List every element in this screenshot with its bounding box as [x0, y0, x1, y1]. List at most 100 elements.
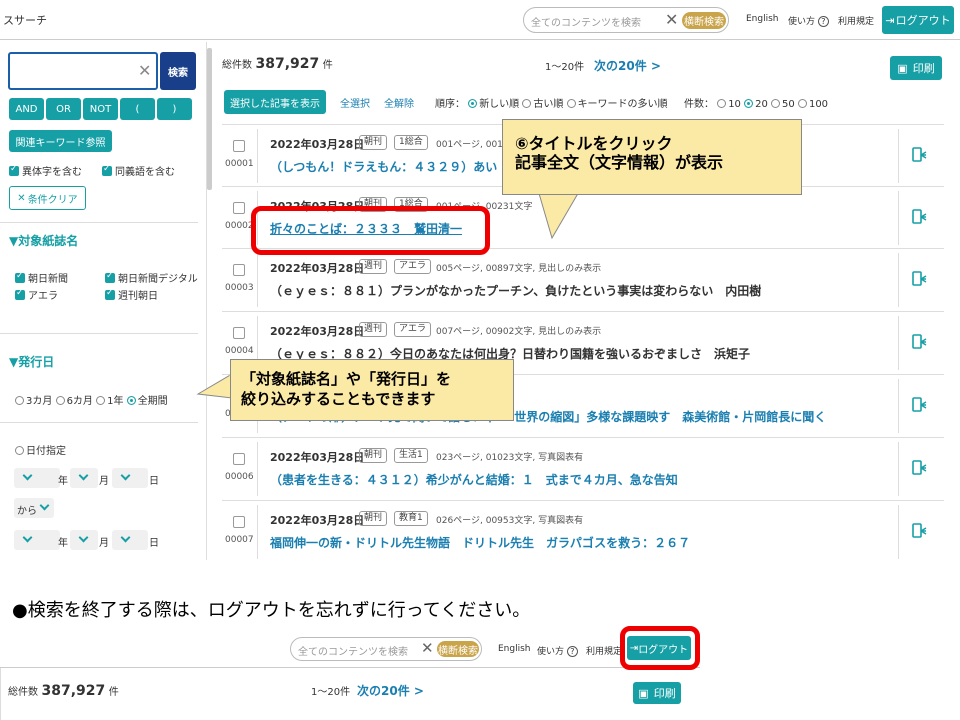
period-radio-all[interactable]: 全期間 — [126, 396, 168, 407]
mini-total-count: 総件数 387,927 件 — [8, 683, 119, 699]
row-checkbox[interactable] — [233, 264, 245, 276]
keyword-input[interactable]: ✕ — [8, 52, 158, 90]
checkbox-icon — [105, 271, 115, 283]
article-title-link[interactable]: （ｅｙｅｓ：８８１）プランがなかったプーチン、負けたという事実は変わらない 内田… — [270, 282, 761, 299]
per-page-radio-20[interactable]: 20 — [744, 99, 768, 110]
from-select[interactable]: から — [14, 498, 54, 518]
close-paren-button[interactable]: ) — [157, 98, 192, 120]
synonyms-checkbox[interactable]: 同義語を含む — [102, 163, 175, 178]
date-specify-radio[interactable]: 日付指定 — [15, 442, 66, 457]
callout-text: 「対象紙誌名」や「発行日」を — [241, 370, 452, 388]
callout-text: 記事全文（文字情報）が表示 — [515, 153, 724, 172]
divider — [0, 422, 198, 423]
sidebar: ✕ 検索 AND OR NOT ( ) 関連キーワード参照 異体字を含む 同義語… — [0, 42, 207, 560]
filter-callout: 「対象紙誌名」や「発行日」を 絞り込みすることもできます — [230, 359, 514, 421]
year-select[interactable] — [14, 468, 60, 488]
logout-instruction: ●検索を終了する際は、ログアウトを忘れずに行ってください。 — [12, 600, 531, 621]
view-article-icon[interactable] — [912, 334, 928, 350]
article-title-link[interactable]: 福岡伸一の新・ドリトル先生物語 ドリトル先生 ガラパゴスを救う：２６７ — [270, 534, 690, 551]
not-button[interactable]: NOT — [83, 98, 118, 120]
global-search[interactable]: 全てのコンテンツを検索 ✕ 横断検索 — [523, 7, 729, 33]
howto-link[interactable]: 使い方 ? — [788, 14, 829, 27]
publication-checkbox[interactable]: 朝日新聞 — [15, 270, 68, 285]
period-radio-1y[interactable]: 1年 — [96, 396, 124, 407]
clear-conditions-button[interactable]: ✕ 条件クリア — [9, 186, 86, 210]
show-selected-button[interactable]: 選択した記事を表示 — [224, 90, 326, 114]
month-select-to[interactable] — [70, 530, 98, 550]
per-page-radio-10[interactable]: 10 — [717, 99, 741, 110]
variant-chars-checkbox[interactable]: 異体字を含む — [9, 163, 82, 178]
row-tag: アエラ — [394, 322, 432, 337]
view-article-icon[interactable] — [912, 147, 928, 163]
row-checkbox[interactable] — [233, 453, 245, 465]
publication-checkbox[interactable]: 週刊朝日 — [105, 287, 158, 302]
language-link[interactable]: English — [746, 14, 779, 24]
print-button[interactable]: ▣ 印刷 — [890, 56, 942, 80]
terms-link[interactable]: 利用規定 — [838, 14, 874, 27]
article-title-link[interactable]: （しつもん！ドラえもん：４３２９）あい — [270, 158, 497, 175]
mini-terms-link[interactable]: 利用規定 — [586, 644, 622, 657]
order-radio-newest[interactable]: 新しい順 — [468, 99, 519, 110]
or-button[interactable]: OR — [46, 98, 81, 120]
checkbox-icon — [15, 271, 25, 283]
row-checkbox[interactable] — [233, 140, 245, 152]
mini-howto-link[interactable]: 使い方 ? — [537, 644, 578, 657]
select-all-link[interactable]: 全選択 — [340, 95, 370, 110]
deselect-all-link[interactable]: 全解除 — [384, 95, 414, 110]
logout-button[interactable]: ⇥ ログアウト — [882, 6, 954, 34]
checkbox-icon — [15, 288, 25, 300]
row-checkbox[interactable] — [233, 516, 245, 528]
order-radio-keyword[interactable]: キーワードの多い順 — [566, 99, 668, 110]
day-select[interactable] — [112, 468, 148, 488]
row-date: 2022年03月28日 — [270, 514, 365, 527]
per-page-radio-50[interactable]: 50 — [771, 99, 795, 110]
month-select[interactable] — [70, 468, 98, 488]
row-tag: 週刊 — [359, 259, 388, 274]
clear-icon[interactable]: ✕ — [421, 639, 434, 657]
open-paren-button[interactable]: ( — [120, 98, 155, 120]
article-title-link[interactable]: （患者を生きる：４３１２）希少がんと結婚：１ 式まで４カ月、急な告知 — [270, 471, 678, 488]
day-select-to[interactable] — [112, 530, 148, 550]
sort-order: 順序： 新しい順 古い順 キーワードの多い順 — [435, 99, 668, 110]
period-radios: 3カ月 6カ月 1年 全期間 — [15, 392, 168, 407]
view-article-icon[interactable] — [912, 523, 928, 539]
year-select-to[interactable] — [14, 530, 60, 550]
next-page-link[interactable]: 次の20件 > — [594, 57, 661, 74]
row-number: 00003 — [225, 283, 254, 293]
search-button[interactable]: 検索 — [160, 52, 196, 90]
mini-cross-search-button[interactable]: 横断検索 — [437, 641, 479, 657]
order-radio-oldest[interactable]: 古い順 — [522, 99, 563, 110]
view-article-icon[interactable] — [912, 460, 928, 476]
per-page-radio-100[interactable]: 100 — [797, 99, 828, 110]
publication-checkbox[interactable]: アエラ — [15, 287, 58, 302]
sidebar-scrollbar[interactable] — [207, 48, 212, 190]
mini-print-button[interactable]: ▣ 印刷 — [633, 682, 681, 704]
related-keywords-button[interactable]: 関連キーワード参照 — [9, 130, 112, 152]
view-article-icon[interactable] — [912, 209, 928, 225]
per-page: 件数： 10 20 50 100 — [684, 99, 829, 110]
clear-keyword-icon[interactable]: ✕ — [138, 61, 151, 80]
period-radio-3m[interactable]: 3カ月 — [15, 396, 52, 407]
period-radio-6m[interactable]: 6カ月 — [55, 396, 93, 407]
month-unit: 月 — [99, 538, 109, 549]
mini-language-link[interactable]: English — [498, 644, 531, 654]
view-article-icon[interactable] — [912, 397, 928, 413]
global-search-input[interactable]: 全てのコンテンツを検索 — [531, 14, 641, 29]
mini-next-page-link[interactable]: 次の20件 > — [357, 682, 424, 699]
publication-checkbox[interactable]: 朝日新聞デジタル — [105, 270, 198, 285]
cross-search-button[interactable]: 横断検索 — [682, 12, 726, 29]
divider — [0, 333, 198, 334]
table-row: 00003 2022年03月28日 週刊 アエラ 005ページ, 00897文字, 見出… — [222, 248, 944, 310]
title-highlight-box — [251, 206, 490, 255]
divider — [898, 316, 899, 370]
title-click-callout: ⑥タイトルをクリック 記事全文（文字情報）が表示 — [502, 119, 802, 195]
clear-icon[interactable]: ✕ — [665, 10, 678, 29]
row-checkbox[interactable] — [233, 202, 245, 214]
month-unit: 月 — [99, 476, 109, 487]
row-checkbox[interactable] — [233, 327, 245, 339]
divider — [898, 442, 899, 496]
row-date: 2022年03月28日 — [270, 262, 365, 275]
and-button[interactable]: AND — [9, 98, 44, 120]
mini-global-search[interactable]: 全てのコンテンツを検索 ✕ 横断検索 — [290, 637, 482, 661]
view-article-icon[interactable] — [912, 271, 928, 287]
